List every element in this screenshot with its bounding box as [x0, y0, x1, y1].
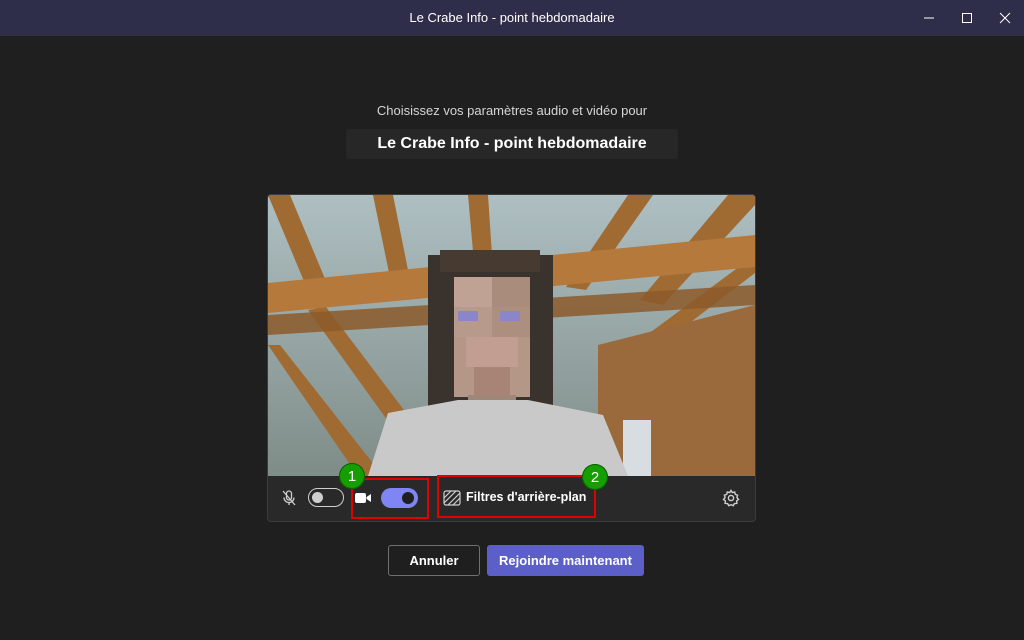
title-bar: Le Crabe Info - point hebdomadaire [0, 0, 1024, 36]
annotation-badge-2: 2 [582, 464, 608, 490]
maximize-button[interactable] [948, 0, 986, 36]
close-icon [999, 12, 1011, 24]
annotation-badge-1: 1 [339, 463, 365, 489]
microphone-toggle[interactable] [308, 488, 344, 507]
camera-preview-image [268, 195, 755, 476]
meeting-title: Le Crabe Info - point hebdomadaire [377, 135, 647, 152]
annotation-highlight-filters [437, 475, 596, 518]
minimize-icon [924, 17, 934, 19]
prejoin-subtitle: Choisissez vos paramètres audio et vidéo… [376, 103, 648, 118]
meeting-title-field: Le Crabe Info - point hebdomadaire [346, 129, 678, 159]
annotation-highlight-camera [351, 478, 429, 519]
mic-off-icon [280, 489, 298, 507]
minimize-button[interactable] [910, 0, 948, 36]
toggle-knob [312, 491, 323, 503]
join-now-button[interactable]: Rejoindre maintenant [487, 545, 644, 576]
window-title: Le Crabe Info - point hebdomadaire [409, 10, 615, 25]
cancel-button[interactable]: Annuler [388, 545, 480, 576]
gear-icon[interactable] [721, 488, 741, 508]
maximize-icon [962, 13, 972, 23]
close-button[interactable] [986, 0, 1024, 36]
camera-preview [268, 195, 755, 476]
